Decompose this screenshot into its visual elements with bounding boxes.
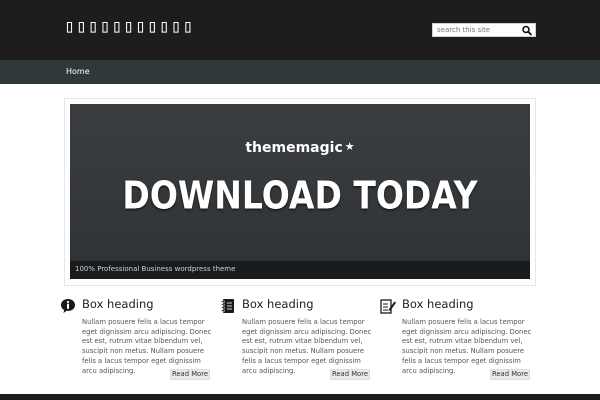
read-more-button[interactable]: Read More	[490, 369, 530, 380]
feature-box-1: Box heading Nullam posuere felis a lacus…	[60, 297, 212, 385]
edit-notes-icon	[380, 299, 396, 314]
featured-slider-frame: thememagic ★ DOWNLOAD TODAY 100% Professi…	[64, 98, 536, 286]
brand-name: thememagic	[245, 140, 343, 156]
box-text: Nullam posuere felis a lacus tempor eget…	[242, 318, 372, 375]
read-more-button[interactable]: Read More	[330, 369, 370, 380]
nav-item-home[interactable]: Home	[66, 67, 90, 76]
box-text: Nullam posuere felis a lacus tempor eget…	[82, 318, 212, 375]
info-icon	[61, 299, 75, 313]
star-icon: ★	[344, 140, 355, 153]
slide-caption: 100% Professional Business wordpress the…	[75, 265, 236, 273]
box-text: Nullam posuere felis a lacus tempor eget…	[402, 318, 532, 375]
featured-slide[interactable]: thememagic ★ DOWNLOAD TODAY 100% Professi…	[70, 104, 530, 279]
main-nav: Home	[0, 60, 600, 84]
feature-box-3: Box heading Nullam posuere felis a lacus…	[380, 297, 532, 385]
box-heading: Box heading	[82, 297, 154, 311]
site-header: ▯▯▯▯▯▯▯▯▯▯▯	[0, 0, 600, 60]
box-heading: Box heading	[242, 297, 314, 311]
notebook-icon	[221, 299, 234, 313]
read-more-button[interactable]: Read More	[170, 369, 210, 380]
slide-headline: DOWNLOAD TODAY	[122, 173, 478, 218]
box-heading: Box heading	[402, 297, 474, 311]
footer-strip	[0, 394, 600, 400]
brand-logo: thememagic ★	[70, 140, 530, 156]
site-title[interactable]: ▯▯▯▯▯▯▯▯▯▯▯	[64, 16, 194, 37]
feature-box-2: Box heading Nullam posuere felis a lacus…	[220, 297, 372, 385]
search-icon[interactable]	[521, 25, 533, 36]
search-input[interactable]	[437, 24, 519, 36]
search-box[interactable]	[432, 23, 536, 37]
slide-caption-bar: 100% Professional Business wordpress the…	[70, 261, 530, 279]
